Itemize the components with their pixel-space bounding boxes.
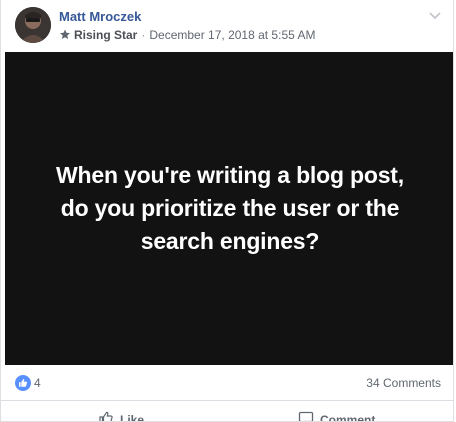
comment-label: Comment — [320, 412, 376, 422]
post-card: Matt Mroczek Rising Star · December 17, … — [0, 0, 454, 422]
post-media[interactable]: When you're writing a blog post, do you … — [5, 52, 453, 365]
post-header: Matt Mroczek Rising Star · December 17, … — [1, 0, 453, 52]
chevron-down-icon[interactable] — [429, 8, 441, 20]
post-meta: Rising Star · December 17, 2018 at 5:55 … — [59, 28, 315, 42]
like-icon — [98, 410, 120, 421]
like-reaction-icon[interactable] — [15, 375, 31, 391]
comment-button[interactable]: Comment — [298, 410, 376, 422]
meta-separator: · — [141, 28, 146, 42]
comment-icon — [298, 410, 320, 421]
like-button[interactable]: Like — [98, 410, 145, 422]
post-actions: Like Comment — [1, 401, 453, 422]
post-timestamp[interactable]: December 17, 2018 at 5:55 AM — [149, 28, 315, 42]
like-count[interactable]: 4 — [34, 376, 41, 390]
reactions-bar: 4 34 Comments — [1, 366, 453, 401]
post-media-text: When you're writing a blog post, do you … — [56, 162, 404, 254]
comments-count[interactable]: 34 Comments — [366, 376, 441, 390]
rising-star-badge[interactable]: Rising Star — [74, 28, 137, 42]
rising-star-icon — [59, 29, 71, 41]
avatar[interactable] — [15, 7, 51, 43]
author-name[interactable]: Matt Mroczek — [59, 9, 141, 24]
like-label: Like — [120, 412, 145, 422]
